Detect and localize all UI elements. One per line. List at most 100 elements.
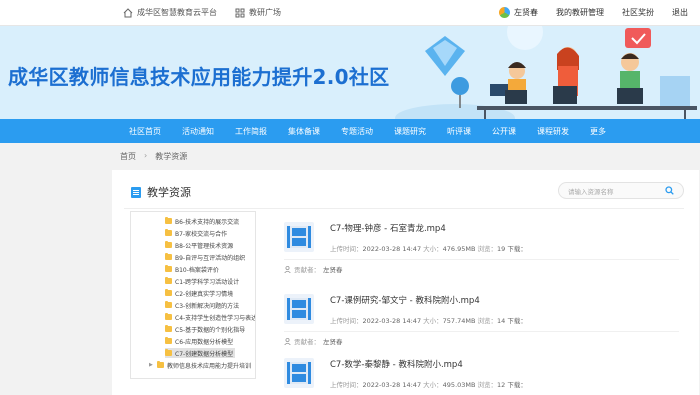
folder-icon	[165, 301, 172, 308]
file-size: 757.74MB	[442, 317, 476, 325]
folder-icon	[165, 313, 172, 320]
file-size: 476.95MB	[442, 245, 476, 253]
folder-icon	[165, 253, 172, 260]
tree-item-label: C3-创新解决问题的方法	[175, 302, 240, 310]
video-file-icon	[284, 294, 314, 324]
video-file-icon	[284, 222, 314, 252]
community-points-link[interactable]: 社区奖扮	[622, 7, 654, 18]
resource-meta: 上传时间：2022-03-28 14:47 大小：495.03MB 浏览：12 …	[330, 379, 527, 389]
nav-item-observation[interactable]: 听评课	[447, 126, 471, 137]
contributor-label: 贡献者：	[294, 338, 320, 346]
nav-item-open-class[interactable]: 公开课	[492, 126, 516, 137]
folder-icon	[165, 265, 172, 272]
resource-title[interactable]: C7-数学-秦黎静 - 教科院附小.mp4	[330, 358, 463, 370]
resource-panel: 教学资源 请输入资源名称 B6-技术支持的展示交流 B7-家校交流与合作 B8-…	[112, 170, 699, 395]
folder-icon	[165, 241, 172, 248]
tree-item[interactable]: C2-创建真实学习情境	[165, 288, 233, 298]
nav-item-home[interactable]: 社区首页	[129, 126, 161, 137]
tree-item-label: C6-应用数据分析模型	[175, 338, 234, 346]
banner-title: 成华区教师信息技术应用能力提升2.0社区	[8, 65, 390, 89]
tree-item[interactable]: C6-应用数据分析模型	[165, 336, 233, 346]
logout-link[interactable]: 退出	[672, 7, 688, 18]
nav-item-research[interactable]: 课题研究	[394, 126, 426, 137]
upload-time-label: 上传时间：	[330, 381, 363, 389]
top-bar: 成华区智慧教育云平台 教研广场 左贤春 我的教研管理 社区奖扮 退出	[0, 0, 700, 26]
folder-icon	[165, 325, 172, 332]
breadcrumb-home[interactable]: 首页	[120, 151, 136, 162]
search-icon[interactable]	[665, 186, 674, 195]
upload-time: 2022-03-28 14:47	[362, 245, 422, 253]
panel-header: 教学资源	[131, 184, 191, 200]
header-divider	[124, 208, 684, 209]
tree-item[interactable]: C5-基于数据的个别化指导	[165, 324, 245, 334]
tree-item[interactable]: B6-技术支持的展示交流	[165, 216, 239, 226]
tree-item[interactable]: C1-跨学科学习活动设计	[165, 276, 239, 286]
resource-meta: 上传时间：2022-03-28 14:47 大小：757.74MB 浏览：14 …	[330, 315, 527, 325]
tree-item-selected[interactable]: C7-创建数据分析模型	[165, 348, 236, 358]
contributor-name: 左贤春	[323, 338, 343, 346]
folder-icon	[165, 349, 172, 356]
tree-item-label: B8-公平管理技术资源	[175, 242, 234, 250]
tree-item-label: B10-档案袋评价	[175, 266, 219, 274]
folder-icon	[165, 229, 172, 236]
nav-item-notices[interactable]: 活动通知	[182, 126, 214, 137]
search-input[interactable]: 请输入资源名称	[558, 182, 684, 199]
tree-item[interactable]: ▶ 教师信息技术应用能力提升培训	[149, 360, 251, 370]
views-label: 浏览：	[477, 245, 498, 253]
tree-item[interactable]: B10-档案袋评价	[165, 264, 219, 274]
main-nav: 社区首页 活动通知 工作简报 集体备课 专题活动 课题研究 听评课 公开课 课程…	[0, 119, 700, 143]
tree-item-label: C2-创建真实学习情境	[175, 290, 234, 298]
my-teaching-link[interactable]: 我的教研管理	[556, 7, 604, 18]
tree-item[interactable]: C4-支持学生创造性学习与表达	[165, 312, 256, 322]
resource-title[interactable]: C7-物理-钟彦 - 石室青龙.mp4	[330, 222, 446, 234]
item-divider	[284, 331, 679, 332]
resource-title[interactable]: C7-课例研究-邹文宁 - 教科院附小.mp4	[330, 294, 480, 306]
tree-item-label: B9-自评与互评活动的组织	[175, 254, 246, 262]
tree-item-label: 教师信息技术应用能力提升培训	[167, 362, 252, 370]
view-count: 19 下载：	[497, 245, 527, 253]
resource-meta: 上传时间：2022-03-28 14:47 大小：476.95MB 浏览：19 …	[330, 243, 527, 253]
upload-time-label: 上传时间：	[330, 245, 363, 253]
contributor-name: 左贤春	[323, 266, 343, 274]
nav-item-briefing[interactable]: 工作简报	[235, 126, 267, 137]
nav-item-lesson-prep[interactable]: 集体备课	[288, 126, 320, 137]
nav-item-topics[interactable]: 专题活动	[341, 126, 373, 137]
nav-item-more[interactable]: 更多	[590, 126, 606, 137]
tree-item-label: C4-支持学生创造性学习与表达	[175, 314, 256, 322]
upload-time: 2022-03-28 14:47	[362, 317, 422, 325]
file-size: 495.03MB	[442, 381, 476, 389]
nav-item-course-dev[interactable]: 课程研发	[537, 126, 569, 137]
views-label: 浏览：	[477, 381, 498, 389]
contributor: 贡献者： 左贤春	[284, 336, 343, 346]
folder-icon	[165, 289, 172, 296]
user-name: 左贤春	[514, 8, 538, 17]
tree-item-label: C7-创建数据分析模型	[175, 350, 234, 358]
avatar	[499, 7, 510, 18]
tree-item[interactable]: C3-创新解决问题的方法	[165, 300, 239, 310]
page-title: 教学资源	[147, 186, 191, 199]
search-placeholder: 请输入资源名称	[568, 188, 614, 196]
grid-icon	[235, 8, 245, 17]
tree-item[interactable]: B7-家校交流与合作	[165, 228, 227, 238]
user-menu[interactable]: 左贤春	[499, 7, 538, 18]
user-icon	[284, 337, 291, 345]
breadcrumb-separator-icon: ›	[144, 151, 148, 160]
view-count: 12 下载：	[497, 381, 527, 389]
tree-item[interactable]: B8-公平管理技术资源	[165, 240, 233, 250]
upload-time: 2022-03-28 14:47	[362, 381, 422, 389]
folder-icon	[165, 217, 172, 224]
contributor: 贡献者： 左贤春	[284, 264, 343, 274]
home-link[interactable]: 成华区智慧教育云平台	[137, 7, 217, 18]
contributor-label: 贡献者：	[294, 266, 320, 274]
tree-item-label: C1-跨学科学习活动设计	[175, 278, 240, 286]
upload-time-label: 上传时间：	[330, 317, 363, 325]
document-icon	[131, 186, 141, 198]
tree-item-label: C5-基于数据的个别化指导	[175, 326, 246, 334]
square-link[interactable]: 教研广场	[249, 7, 281, 18]
tree-item[interactable]: B9-自评与互评活动的组织	[165, 252, 245, 262]
home-icon	[123, 7, 133, 17]
folder-icon	[157, 361, 164, 368]
banner-illustration	[395, 26, 697, 119]
breadcrumb: 首页 › 教学资源	[120, 151, 187, 162]
expand-arrow-icon[interactable]: ▶	[149, 362, 154, 368]
